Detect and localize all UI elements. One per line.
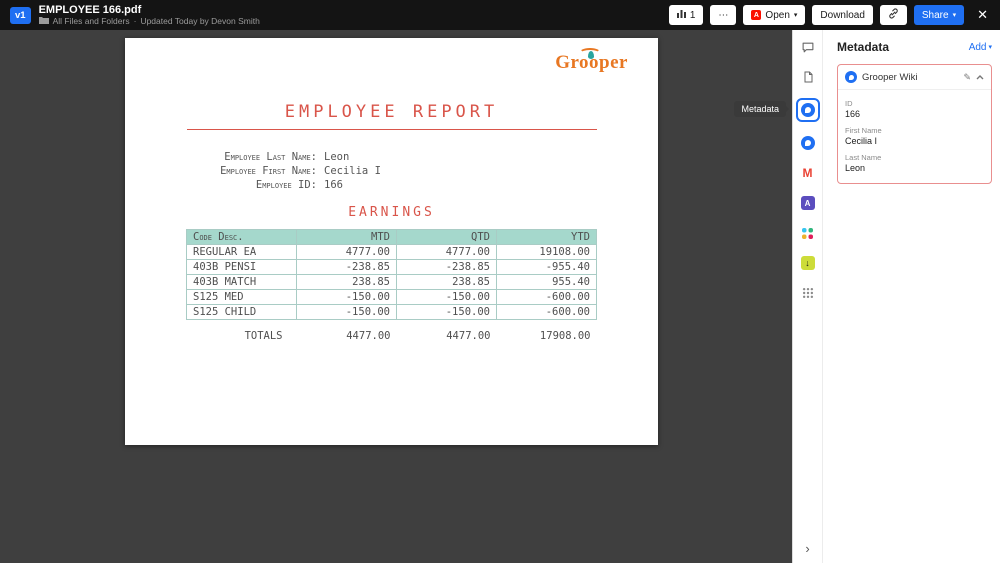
chevron-up-icon[interactable] [976, 72, 984, 83]
caret-down-icon: ▾ [988, 43, 992, 51]
metadata-tooltip: Metadata [734, 101, 786, 117]
file-title: EMPLOYEE 166.pdf [38, 3, 142, 16]
adobe-acrobat-icon[interactable]: A [800, 194, 815, 212]
copy-link-button[interactable] [879, 5, 907, 25]
share-button[interactable]: Share ▾ [913, 5, 965, 25]
download-app-icon[interactable]: ↓ [800, 254, 815, 272]
caret-down-icon: ▾ [793, 11, 798, 19]
blue-app-icon[interactable] [800, 134, 815, 152]
more-options-button[interactable]: ⋯ [710, 5, 737, 25]
employee-field: Employee ID: 166 [255, 179, 343, 191]
download-button[interactable]: Download [812, 5, 873, 25]
grooper-wiki-icon [845, 71, 857, 83]
totals-value: 17908.00 [539, 330, 591, 342]
share-label: Share [921, 9, 949, 21]
document-page: Grooper EMPLOYEE REPORT Employee Last Na… [125, 38, 658, 445]
breadcrumb[interactable]: All Files and Folders [53, 16, 130, 27]
open-label: Open [765, 9, 790, 21]
metadata-card: Grooper Wiki ✎ ID 166 First Name Cecilia I L… [837, 64, 992, 184]
earnings-table: Code Desc. MTD QTD YTD REGULAR EA 4777.00 477… [186, 229, 597, 320]
table-row: 403B PENSI -238.85 -238.85 -955.40 [186, 259, 597, 275]
totals-label: TOTALS [244, 330, 283, 342]
close-button[interactable]: ✕ [975, 7, 990, 23]
title-underline [186, 129, 597, 130]
employee-fields: Employee Last Name: Leon Employee First Na… [125, 150, 658, 192]
open-button[interactable]: A Open ▾ [743, 5, 806, 25]
comments-icon[interactable] [801, 38, 815, 56]
metadata-field: Last Name Leon [845, 153, 882, 173]
document-title: EMPLOYEE REPORT [284, 102, 499, 122]
totals-value: 4477.00 [446, 330, 491, 342]
metadata-panel: Metadata Add ▾ Grooper Wiki ✎ ID 166 First… [822, 30, 1000, 563]
pdf-icon: A [751, 10, 762, 20]
version-history-icon [676, 9, 686, 21]
employee-field: Employee Last Name: Leon [224, 151, 350, 163]
metadata-field: ID 166 [845, 99, 861, 119]
topbar: v1 EMPLOYEE 166.pdf All Files and Folder… [0, 0, 1000, 30]
totals-value: 4477.00 [346, 330, 391, 342]
table-header-row: Code Desc. MTD QTD YTD [186, 229, 597, 245]
table-header: YTD [496, 229, 597, 245]
table-row: S125 CHILD -150.00 -150.00 -600.00 [186, 304, 597, 320]
table-header: MTD [296, 229, 397, 245]
separator-dot: · [133, 15, 137, 26]
totals-row: TOTALS 4477.00 4477.00 17908.00 [187, 330, 597, 342]
version-history-button[interactable]: 1 [668, 5, 704, 25]
table-header: QTD [396, 229, 497, 245]
blue-app-logo [800, 136, 815, 150]
card-source-title: Grooper Wiki [862, 71, 918, 83]
grooper-wiki-icon[interactable] [795, 98, 820, 122]
edit-icon[interactable]: ✎ [963, 72, 971, 83]
file-info-icon[interactable] [802, 68, 814, 86]
metadata-field: First Name Cecilia I [845, 126, 882, 146]
panel-title: Metadata [837, 40, 890, 54]
table-header: Code Desc. [186, 229, 297, 245]
updated-text: Updated Today by Devon Smith [140, 15, 260, 26]
table-row: REGULAR EA 4777.00 4777.00 19108.00 [186, 244, 597, 260]
table-row: 403B MATCH 238.85 238.85 955.40 [186, 274, 597, 290]
grooper-wiki-logo [800, 103, 815, 117]
caret-down-icon: ▾ [952, 11, 957, 19]
collapse-panel-button[interactable]: › [793, 542, 822, 555]
add-metadata-button[interactable]: Add ▾ [969, 42, 992, 53]
version-count: 1 [689, 9, 696, 21]
employee-field: Employee First Name: Cecilia I [220, 165, 381, 177]
ellipsis-icon: ⋯ [718, 9, 729, 21]
gmail-icon[interactable]: M [803, 164, 813, 182]
table-row: S125 MED -150.00 -150.00 -600.00 [186, 289, 597, 305]
link-icon [888, 8, 899, 22]
folder-icon [38, 16, 49, 27]
logo-drop-icon [588, 51, 595, 59]
grooper-logo: Grooper [555, 48, 628, 74]
more-apps-icon[interactable] [802, 284, 814, 302]
version-badge[interactable]: v1 [10, 6, 31, 24]
slack-icon[interactable] [801, 224, 814, 242]
integration-sidebar: M A ↓ › [792, 30, 822, 563]
earnings-heading: EARNINGS [348, 205, 435, 220]
document-viewer: Grooper EMPLOYEE REPORT Employee Last Na… [0, 30, 792, 563]
